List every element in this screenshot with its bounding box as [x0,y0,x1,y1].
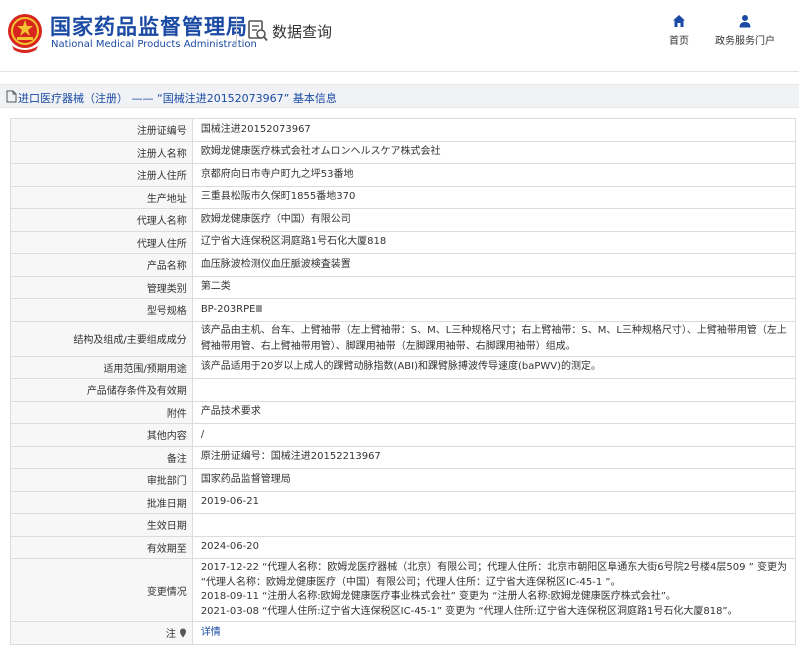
note-label-cell: 注 [10,621,193,645]
table-row: 管理类别 第二类 [10,275,797,299]
table-row: 产品名称 血压脉波检测仪血圧脈波検査装置 [10,253,797,277]
field-value: 第二类 [191,275,797,299]
nav-portal-link[interactable]: 政务服务门户 [712,14,778,54]
table-row: 代理人名称 欧姆龙健康医疗（中国）有限公司 [10,208,797,232]
field-label: 产品储存条件及有效期 [10,378,193,402]
table-row: 备注 原注册证编号：国械注进20152213967 [10,445,797,469]
home-icon [673,15,685,27]
brand-title-cn: 国家药品监督管理局 [50,15,248,39]
table-row: 注册人名称 欧姆龙健康医疗株式会社オムロンヘルスケア株式会社 [10,140,797,164]
table-row: 产品储存条件及有效期 [10,378,797,402]
field-value [191,378,797,402]
table-row: 批准日期 2019-06-21 [10,490,797,514]
breadcrumb: 进口医疗器械（注册） —— “国械注进20152073967” 基本信息 [0,84,799,108]
field-value: 欧姆龙健康医疗（中国）有限公司 [191,208,797,232]
document-icon [6,90,17,103]
field-label: 变更情况 [10,558,193,622]
table-row: 结构及组成/主要组成成分 该产品由主机、台车、上臂袖带（左上臂袖带：S、M、L三种… [10,320,797,357]
table-row: 代理人住所 辽宁省大连保税区洞庭路1号石化大厦818 [10,230,797,254]
field-label: 管理类别 [10,275,193,299]
table-row: 审批部门 国家药品监督管理局 [10,468,797,492]
field-value: 辽宁省大连保税区洞庭路1号石化大厦818 [191,230,797,254]
table-row: 变更情况 2017-12-22 “代理人名称：欧姆龙医疗器械（北京）有限公司；代理… [10,558,797,622]
table-row: 有效期至 2024-06-20 [10,535,797,559]
change-entry: 2021-03-08 “代理人住所:辽宁省大连保税区IC-45-1” 变更为 “… [200,605,738,617]
table-row: 其他内容 / [10,423,797,447]
field-value [191,513,797,537]
field-value: 原注册证编号：国械注进20152213967 [191,445,797,469]
field-value: / [191,423,797,447]
table-row: 生效日期 [10,513,797,537]
field-label: 附件 [10,400,193,424]
nav-home-link[interactable]: 首页 [661,14,697,54]
field-value: 国家药品监督管理局 [191,468,797,492]
field-value: 2024-06-20 [191,535,797,559]
field-value: 京都府向日市寺户町九之坪53番地 [191,163,797,187]
field-label: 备注 [10,445,193,469]
brand-title-en: National Medical Products Administration [51,39,257,50]
change-entry: “代理人名称：欧姆龙健康医疗（中国）有限公司；代理人住所：辽宁省大连保税区IC-… [200,576,621,588]
user-icon [739,15,751,28]
nav-home-label: 首页 [669,36,689,47]
field-value: 三重县松阪市久保町1855番地370 [191,185,797,209]
note-label: 注 [165,629,176,641]
field-label: 结构及组成/主要组成成分 [10,320,193,357]
details-link[interactable]: 详情 [201,627,221,638]
field-label: 代理人住所 [10,230,193,254]
table-row: 注 详情 [10,621,797,645]
field-label: 生效日期 [10,513,193,537]
national-emblem-icon [8,14,42,53]
field-value: 血压脉波检测仪血圧脈波検査装置 [191,253,797,277]
field-label: 型号规格 [10,298,193,322]
pin-icon [179,628,186,638]
field-value: 该产品适用于20岁以上成人的踝臂动脉指数(ABI)和踝臂脉搏波传导速度(baPW… [191,355,797,379]
field-label: 代理人名称 [10,208,193,232]
data-query-icon [248,20,268,42]
field-value: 国械注进20152073967 [191,118,797,142]
field-label: 注册人住所 [10,163,193,187]
field-label: 审批部门 [10,468,193,492]
table-row: 型号规格 BP-203RPEⅢ [10,298,797,322]
table-row: 注册证编号 国械注进20152073967 [10,118,797,142]
change-history: 2017-12-22 “代理人名称：欧姆龙医疗器械（北京）有限公司；代理人住所：… [191,558,797,622]
page-section-title: 数据查询 [272,23,333,41]
table-row: 适用范围/预期用途 该产品适用于20岁以上成人的踝臂动脉指数(ABI)和踝臂脉搏波… [10,355,797,379]
field-value: 2019-06-21 [191,490,797,514]
site-header: 国家药品监督管理局 National Medical Products Admi… [0,0,799,72]
field-label: 注册人名称 [10,140,193,164]
table-row: 附件 产品技术要求 [10,400,797,424]
registration-detail-table: 注册证编号 国械注进20152073967 注册人名称 欧姆龙健康医疗株式会社オムロン… [10,118,797,645]
nav-portal-label: 政务服务门户 [715,36,775,47]
field-value: 欧姆龙健康医疗株式会社オムロンヘルスケア株式会社 [191,140,797,164]
change-entry: 2017-12-22 “代理人名称：欧姆龙医疗器械（北京）有限公司；代理人住所：… [200,562,787,573]
field-value: 产品技术要求 [191,400,797,424]
table-row: 生产地址 三重县松阪市久保町1855番地370 [10,185,797,209]
breadcrumb-text: 进口医疗器械（注册） —— “国械注进20152073967” 基本信息 [18,92,337,105]
field-value: BP-203RPEⅢ [191,298,797,322]
field-label: 生产地址 [10,185,193,209]
field-label: 批准日期 [10,490,193,514]
field-label: 有效期至 [10,535,193,559]
change-entry: 2018-09-11 “注册人名称:欧姆龙健康医疗事业株式会社” 变更为 “注册… [200,591,676,602]
table-row: 注册人住所 京都府向日市寺户町九之坪53番地 [10,163,797,187]
field-label: 注册证编号 [10,118,193,142]
field-label: 产品名称 [10,253,193,277]
field-value: 该产品由主机、台车、上臂袖带（左上臂袖带：S、M、L三种规格尺寸；右上臂袖带：S… [191,320,797,357]
field-label: 其他内容 [10,423,193,447]
header-divider [236,17,237,47]
note-value: 详情 [191,621,797,645]
field-label: 适用范围/预期用途 [10,355,193,379]
